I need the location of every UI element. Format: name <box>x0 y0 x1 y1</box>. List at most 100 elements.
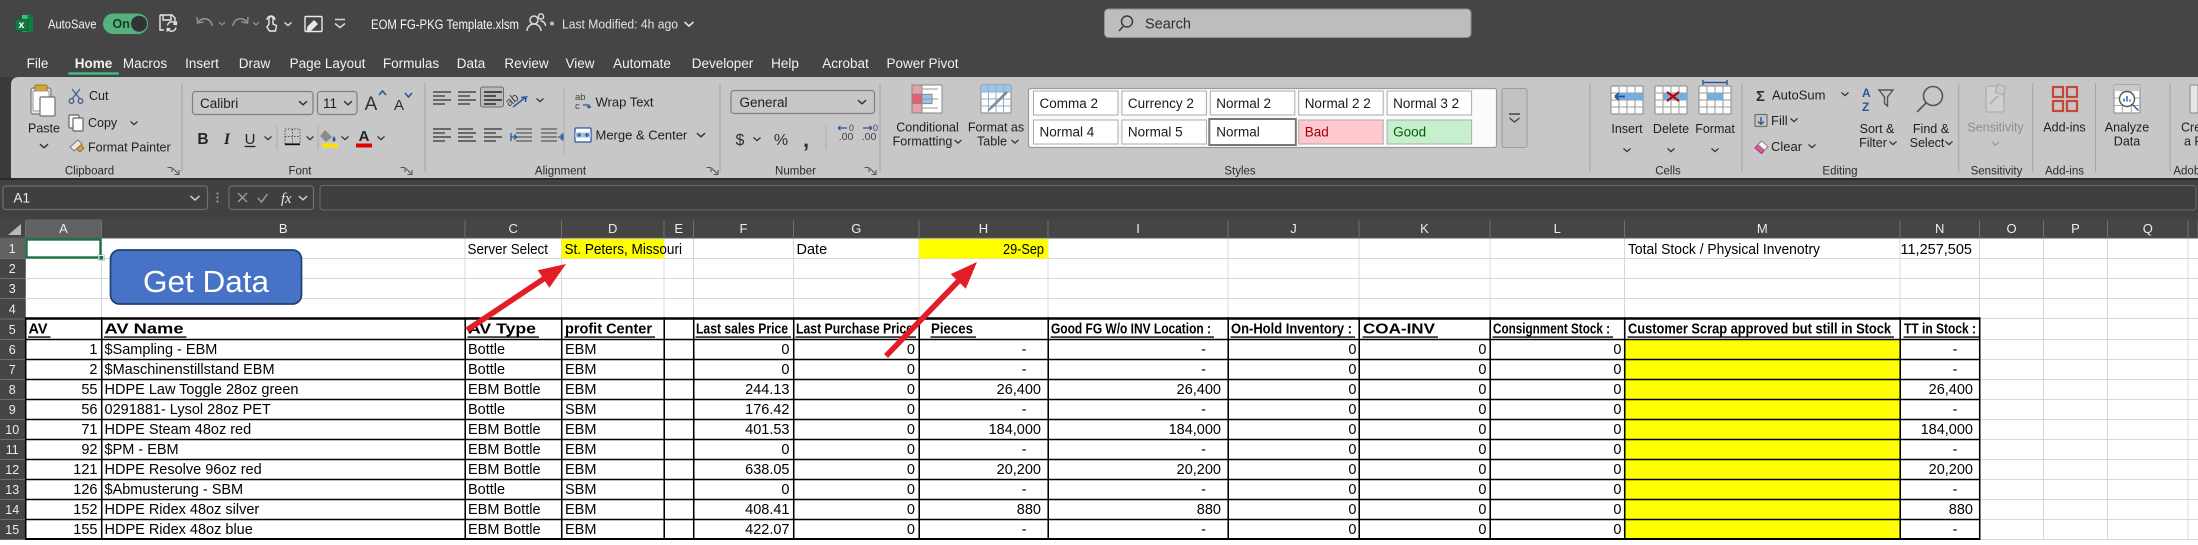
svg-text:Clear: Clear <box>1771 139 1803 154</box>
svg-text:Formulas: Formulas <box>383 56 440 71</box>
svg-text:880: 880 <box>1197 502 1221 518</box>
svg-text:J: J <box>1290 221 1297 236</box>
svg-text:File: File <box>27 56 49 71</box>
svg-text:14: 14 <box>5 503 19 517</box>
svg-text:0: 0 <box>781 342 789 358</box>
svg-text:Cells: Cells <box>1655 166 1681 178</box>
svg-text:a P: a P <box>2184 135 2198 149</box>
svg-text:Bad: Bad <box>1305 125 1329 140</box>
svg-text:Insert: Insert <box>185 56 219 71</box>
svg-text:EBM Bottle: EBM Bottle <box>468 382 541 398</box>
svg-text:Get Data: Get Data <box>143 265 269 299</box>
svg-text:422.07: 422.07 <box>745 522 789 538</box>
svg-text:Filter: Filter <box>1859 136 1887 150</box>
svg-text:Sensitivity: Sensitivity <box>1967 121 2024 135</box>
svg-text:12: 12 <box>5 463 19 477</box>
svg-text:244.13: 244.13 <box>745 382 789 398</box>
svg-text:-: - <box>1953 442 1958 458</box>
svg-text:View: View <box>565 56 594 71</box>
svg-text:0: 0 <box>1613 342 1621 358</box>
svg-text:Last sales Price: Last sales Price <box>696 322 788 338</box>
svg-text:-: - <box>1201 442 1206 458</box>
svg-text:AutoSum: AutoSum <box>1772 88 1825 103</box>
svg-text:0: 0 <box>1613 442 1621 458</box>
svg-text:Bottle: Bottle <box>468 342 505 358</box>
svg-text:Analyze: Analyze <box>2105 121 2150 135</box>
svg-text:COA-INV: COA-INV <box>1363 322 1435 338</box>
svg-text:Normal 5: Normal 5 <box>1128 125 1183 140</box>
svg-text:-: - <box>1201 522 1206 538</box>
svg-text:0: 0 <box>849 123 854 133</box>
svg-text:20,200: 20,200 <box>1177 462 1221 478</box>
svg-text:Customer Scrap approved but st: Customer Scrap approved but still in Sto… <box>1628 322 1892 338</box>
svg-text:4: 4 <box>9 303 16 317</box>
svg-text:HDPE Ridex 48oz blue: HDPE Ridex 48oz blue <box>105 522 253 538</box>
svg-text:$Sampling - EBM: $Sampling - EBM <box>105 342 218 358</box>
svg-text:0: 0 <box>1348 402 1356 418</box>
svg-text:Alignment: Alignment <box>535 166 587 178</box>
svg-text:Paste: Paste <box>28 122 60 136</box>
svg-text:Last Modified: 4h ago: Last Modified: 4h ago <box>562 17 678 32</box>
svg-text:Delete: Delete <box>1653 122 1689 136</box>
svg-text:Normal 3 2: Normal 3 2 <box>1393 96 1459 111</box>
svg-text:0: 0 <box>907 342 915 358</box>
svg-text:HDPE Law Toggle 28oz green: HDPE Law Toggle 28oz green <box>105 382 299 398</box>
svg-text:126: 126 <box>73 482 97 498</box>
svg-text:N: N <box>1935 221 1944 236</box>
svg-text:H: H <box>979 221 988 236</box>
svg-text:184,000: 184,000 <box>989 422 1041 438</box>
svg-text:$PM - EBM: $PM - EBM <box>105 442 179 458</box>
svg-text:Cre: Cre <box>2181 121 2198 135</box>
svg-text:Data: Data <box>2114 135 2140 149</box>
svg-text:-: - <box>1022 362 1027 378</box>
svg-text:0: 0 <box>907 442 915 458</box>
svg-text:408.41: 408.41 <box>745 502 789 518</box>
svg-text:29-Sep: 29-Sep <box>1003 242 1044 258</box>
svg-text:8: 8 <box>9 383 16 397</box>
svg-text:121: 121 <box>73 462 97 478</box>
svg-text:Add-ins: Add-ins <box>2045 166 2084 178</box>
svg-text:Good FG W/o INV Location :: Good FG W/o INV Location : <box>1051 322 1211 338</box>
svg-text:1: 1 <box>89 342 97 358</box>
svg-text:0: 0 <box>907 422 915 438</box>
svg-text:Bottle: Bottle <box>468 362 505 378</box>
svg-text:0: 0 <box>1478 402 1486 418</box>
svg-text:0: 0 <box>1348 462 1356 478</box>
svg-text:EBM Bottle: EBM Bottle <box>468 422 541 438</box>
svg-text:St. Peters, Missouri: St. Peters, Missouri <box>565 242 683 258</box>
svg-text:20,200: 20,200 <box>1929 462 1973 478</box>
svg-text:0: 0 <box>1348 442 1356 458</box>
svg-text:Data: Data <box>457 56 486 71</box>
svg-text:EBM: EBM <box>565 342 596 358</box>
svg-text:26,400: 26,400 <box>1929 382 1973 398</box>
svg-text:880: 880 <box>1949 502 1973 518</box>
svg-text:Review: Review <box>504 56 549 71</box>
svg-text:-: - <box>1953 362 1958 378</box>
svg-text:0: 0 <box>1478 362 1486 378</box>
svg-text:Server Select: Server Select <box>468 242 549 258</box>
svg-text:-: - <box>1953 342 1958 358</box>
svg-text:Format: Format <box>1695 122 1735 136</box>
svg-text:A: A <box>59 221 68 236</box>
svg-text:fx: fx <box>281 191 292 207</box>
svg-text:3: 3 <box>9 282 16 296</box>
svg-text:EBM Bottle: EBM Bottle <box>468 462 541 478</box>
svg-text:-: - <box>1201 402 1206 418</box>
svg-text:Format Painter: Format Painter <box>88 141 171 155</box>
svg-text:Formatting: Formatting <box>893 135 953 149</box>
svg-text:92: 92 <box>81 442 97 458</box>
svg-text:SBM: SBM <box>565 482 596 498</box>
svg-text:G: G <box>851 221 861 236</box>
svg-text:-: - <box>1022 402 1027 418</box>
svg-text:I: I <box>223 131 231 148</box>
svg-text:Adobe: Adobe <box>2173 166 2198 178</box>
svg-text:Wrap Text: Wrap Text <box>596 95 654 110</box>
svg-text:$Abmusterung - SBM: $Abmusterung - SBM <box>105 482 244 498</box>
svg-text:A1: A1 <box>14 191 31 206</box>
svg-text:EBM: EBM <box>565 362 596 378</box>
svg-text:Search: Search <box>1145 17 1191 33</box>
svg-text:EBM Bottle: EBM Bottle <box>468 522 541 538</box>
svg-text:0: 0 <box>1348 382 1356 398</box>
svg-text:EBM: EBM <box>565 462 596 478</box>
svg-text:,: , <box>803 127 809 152</box>
